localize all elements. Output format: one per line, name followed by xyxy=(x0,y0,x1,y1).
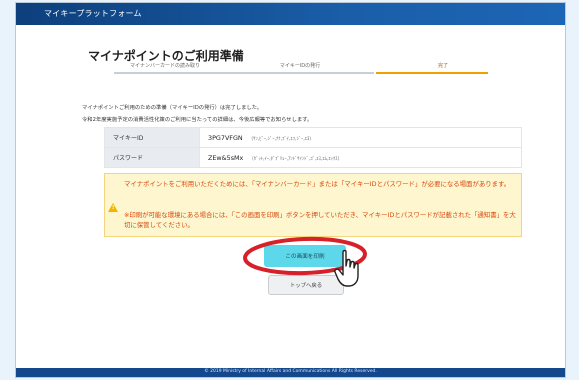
table-row: パスワード ZEw&5sMx （ｾﾞｯﾄ,ｲｰ,ﾀﾞﾌﾞﾘｭｰ,ｱﾝﾄﾞｻｲﾝﾄ… xyxy=(104,147,522,168)
step-card-read: マイナンバーカードの読み取り xyxy=(130,63,200,69)
step-line-done xyxy=(114,72,374,74)
password-value: ZEw&5sMx xyxy=(208,153,244,162)
step-line-current xyxy=(376,72,488,74)
copyright-text: © 2019 Ministry of Internal Affairs and … xyxy=(204,369,377,374)
progress-steps: マイナンバーカードの読み取り マイキーIDの発行 完了 xyxy=(100,62,505,76)
footer-bar: © 2019 Ministry of Internal Affairs and … xyxy=(16,368,565,377)
browser-page: マイキープラットフォーム マイナポイントのご利用準備 マイナンバーカードの読み取… xyxy=(15,2,566,378)
mykey-id-label: マイキーID xyxy=(104,127,200,148)
notice-text-main: マイナポイントをご利用いただくためには、「マイナンバーカード」または「マイキーI… xyxy=(124,180,511,188)
mykey-id-reading: （ｻﾝ,ﾋﾟｰ,ｼﾞｰ,ﾅﾅ,ﾌﾞｲ,ｴﾌ,ｼﾞｰ,ｴﾇ） xyxy=(248,136,314,142)
step-mykey-issue: マイキーIDの発行 xyxy=(279,63,321,69)
info-message: 令和2年度実施予定の消費活性化策のご利用に当たっての詳細は、今後広報等でお知らせ… xyxy=(82,117,313,123)
header-bar: マイキープラットフォーム xyxy=(16,3,565,25)
credentials-table: マイキーID 3PG7VFGN （ｻﾝ,ﾋﾟｰ,ｼﾞｰ,ﾅﾅ,ﾌﾞｲ,ｴﾌ,ｼﾞ… xyxy=(104,127,522,168)
back-to-top-button[interactable]: トップへ戻る xyxy=(268,275,344,295)
completion-message: マイナポイントご利用のための準備（マイキーIDの発行）は完了しました。 xyxy=(82,105,263,111)
warning-icon: ! xyxy=(108,203,118,212)
notice-text-print: ※印刷が可能な環境にある場合には、「この画面を印刷」ボタンを押していただき、マイ… xyxy=(124,211,516,229)
brand-title: マイキープラットフォーム xyxy=(44,9,142,18)
hand-cursor-icon xyxy=(334,249,359,287)
table-row: マイキーID 3PG7VFGN （ｻﾝ,ﾋﾟｰ,ｼﾞｰ,ﾅﾅ,ﾌﾞｲ,ｴﾌ,ｼﾞ… xyxy=(104,127,522,148)
mykey-id-value: 3PG7VFGN xyxy=(208,133,243,142)
step-complete: 完了 xyxy=(437,63,448,69)
password-cell: ZEw&5sMx （ｾﾞｯﾄ,ｲｰ,ﾀﾞﾌﾞﾘｭｰ,ｱﾝﾄﾞｻｲﾝﾄﾞ,ｺﾞ,ｴ… xyxy=(199,147,522,168)
password-label: パスワード xyxy=(104,147,200,168)
password-reading: （ｾﾞｯﾄ,ｲｰ,ﾀﾞﾌﾞﾘｭｰ,ｱﾝﾄﾞｻｲﾝﾄﾞ,ｺﾞ,ｴｽ,ｴﾑ,ｴｯｸｽ… xyxy=(249,156,343,162)
mykey-id-cell: 3PG7VFGN （ｻﾝ,ﾋﾟｰ,ｼﾞｰ,ﾅﾅ,ﾌﾞｲ,ｴﾌ,ｼﾞｰ,ｴﾇ） xyxy=(199,127,522,148)
